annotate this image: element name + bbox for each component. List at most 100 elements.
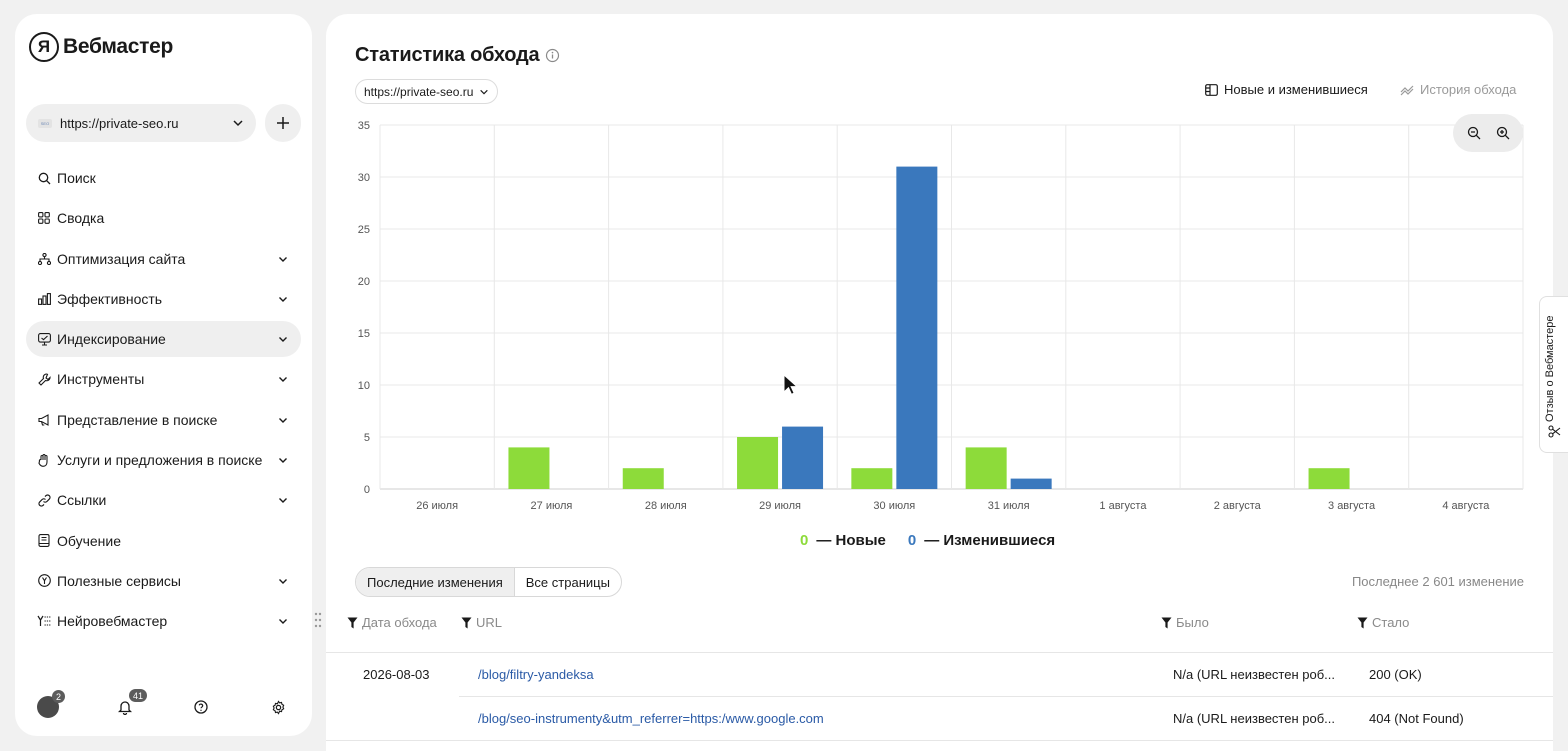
logo[interactable]: Я Вебмастер	[29, 32, 173, 62]
new-changed-view-button[interactable]: Новые и изменившиеся	[1205, 82, 1368, 97]
sidebar-item-label: Инструменты	[57, 371, 145, 388]
logo-text: Вебмастер	[63, 35, 173, 58]
y-tick-label: 0	[364, 484, 370, 496]
wrench-icon	[37, 372, 51, 386]
page-title-text: Статистика обхода	[355, 44, 540, 66]
help-icon[interactable]	[192, 698, 210, 716]
link-icon	[37, 493, 51, 507]
cell-was: N/a (URL неизвестен роб...	[1173, 667, 1335, 682]
sidebar-item[interactable]: Эффективность	[26, 281, 301, 317]
monitor-icon	[37, 332, 51, 346]
y-tick-label: 35	[358, 120, 370, 132]
site-favicon-icon: SEO	[38, 118, 52, 128]
legend-new-label: — Новые	[816, 532, 886, 549]
chevron-down-icon	[277, 253, 289, 265]
filter-icon[interactable]	[461, 617, 472, 629]
sidebar-item[interactable]: Сводка	[26, 200, 301, 236]
y-tick-label: 10	[358, 380, 370, 392]
table-row-divider	[459, 696, 1553, 697]
sidebar-item[interactable]: Ссылки	[26, 482, 301, 518]
sidebar-item[interactable]: Полезные сервисы	[26, 563, 301, 599]
bar-changed	[782, 426, 824, 489]
zoom-out-icon[interactable]	[1467, 126, 1481, 140]
legend-changed-count: 0	[907, 532, 917, 549]
cell-url-link[interactable]: /blog/filtry-yandeksa	[478, 667, 594, 682]
sidebar-nav: Поиск Сводка Оптимизация сайта Эффективност…	[26, 160, 301, 644]
cell-was: N/a (URL неизвестен роб...	[1173, 711, 1335, 726]
site-selector[interactable]: SEO https://private-seo.ru	[26, 104, 256, 142]
chevron-down-icon	[277, 494, 289, 506]
bar-changed	[896, 166, 938, 489]
x-tick-label: 3 августа	[1328, 500, 1376, 512]
crawl-stats-chart: 0 5 10 15 20 25 30 35 26 июля 27 июля 28 июля 29 ию…	[358, 120, 1524, 512]
sidebar-item-label: Индексирование	[57, 331, 166, 348]
tab-all-pages[interactable]: Все страницы	[515, 568, 621, 596]
sidebar-item[interactable]: Представление в поиске	[26, 402, 301, 438]
sidebar-resize-handle[interactable]	[313, 611, 323, 629]
feedback-tab[interactable]: Отзыв о Вебмастере	[1539, 296, 1568, 453]
x-tick-label: 2 августа	[1214, 500, 1262, 512]
chevron-down-icon	[277, 454, 289, 466]
changes-count: Последнее 2 601 изменение	[1351, 574, 1524, 589]
x-tick-label: 26 июля	[416, 500, 458, 512]
sidebar-item[interactable]: Услуги и предложения в поиске	[26, 442, 301, 478]
chevron-down-icon	[277, 615, 289, 627]
y-tick-label: 25	[358, 224, 370, 236]
sidebar-item[interactable]: Инструменты	[26, 361, 301, 397]
x-tick-label: 27 июля	[531, 500, 573, 512]
tab-recent-changes[interactable]: Последние изменения	[356, 568, 515, 596]
sitemap-icon	[37, 252, 51, 266]
host-select-value: https://private-seo.ru	[364, 84, 474, 99]
history-view-button[interactable]: История обхода	[1400, 82, 1516, 97]
host-select[interactable]: https://private-seo.ru	[355, 79, 499, 104]
feedback-label: Отзыв о Вебмастере	[1544, 315, 1556, 422]
megaphone-icon	[37, 413, 51, 427]
filter-icon[interactable]	[347, 617, 358, 629]
chevron-down-icon	[277, 293, 289, 305]
sidebar-item-label: Представление в поиске	[57, 411, 218, 428]
bar-new	[737, 437, 779, 489]
bar-changed	[1010, 478, 1052, 489]
sidebar-item[interactable]: Поиск	[26, 160, 301, 196]
legend-new-count: 0	[800, 532, 809, 549]
table-row-divider	[326, 740, 1553, 741]
x-tick-label: 30 июля	[873, 500, 915, 512]
sidebar-item-label: Нейровебмастер	[57, 613, 168, 630]
sidebar-item-label: Сводка	[57, 210, 105, 227]
sidebar-item[interactable]: Нейровебмастер	[26, 603, 301, 639]
x-tick-label: 28 июля	[645, 500, 687, 512]
sidebar-item[interactable]: Индексирование	[26, 321, 301, 358]
y-tick-label: 30	[358, 172, 370, 184]
page-title: Статистика обхода	[355, 44, 560, 67]
table-view-icon	[1205, 83, 1218, 96]
chevron-down-icon	[233, 120, 243, 127]
cell-url-link[interactable]: /blog/seo-instrumenty&utm_referrer=https…	[478, 711, 824, 726]
sidebar-item-label: Ссылки	[57, 492, 107, 509]
x-tick-label: 4 августа	[1442, 500, 1490, 512]
new-changed-view-label: Новые и изменившиеся	[1224, 82, 1368, 97]
search-icon	[37, 171, 51, 185]
column-header-was-label: Было	[1176, 615, 1209, 630]
y-tick-label: 5	[364, 432, 370, 444]
legend-changed-label: — Изменившиеся	[924, 532, 1056, 549]
bar-new	[965, 447, 1007, 489]
sidebar-item-label: Поиск	[57, 170, 96, 186]
column-header-was[interactable]: Было	[1161, 615, 1209, 630]
add-site-button[interactable]	[265, 104, 301, 142]
chevron-down-icon	[277, 414, 289, 426]
y-tick-label: 15	[358, 328, 370, 340]
sidebar-footer: 2 41	[35, 689, 295, 724]
filter-icon[interactable]	[1357, 617, 1368, 629]
column-header-date[interactable]: Дата обхода	[347, 615, 437, 630]
column-header-now[interactable]: Стало	[1357, 615, 1409, 630]
column-header-now-label: Стало	[1372, 615, 1410, 630]
info-icon[interactable]	[545, 48, 560, 63]
ai-list-icon	[37, 614, 51, 628]
zoom-in-icon[interactable]	[1496, 126, 1510, 140]
gear-icon[interactable]	[269, 698, 287, 716]
sidebar-item[interactable]: Оптимизация сайта	[26, 241, 301, 277]
sidebar-item-label: Эффективность	[57, 290, 163, 307]
column-header-url[interactable]: URL	[461, 615, 502, 630]
filter-icon[interactable]	[1161, 617, 1172, 629]
sidebar-item[interactable]: Обучение	[26, 523, 301, 559]
